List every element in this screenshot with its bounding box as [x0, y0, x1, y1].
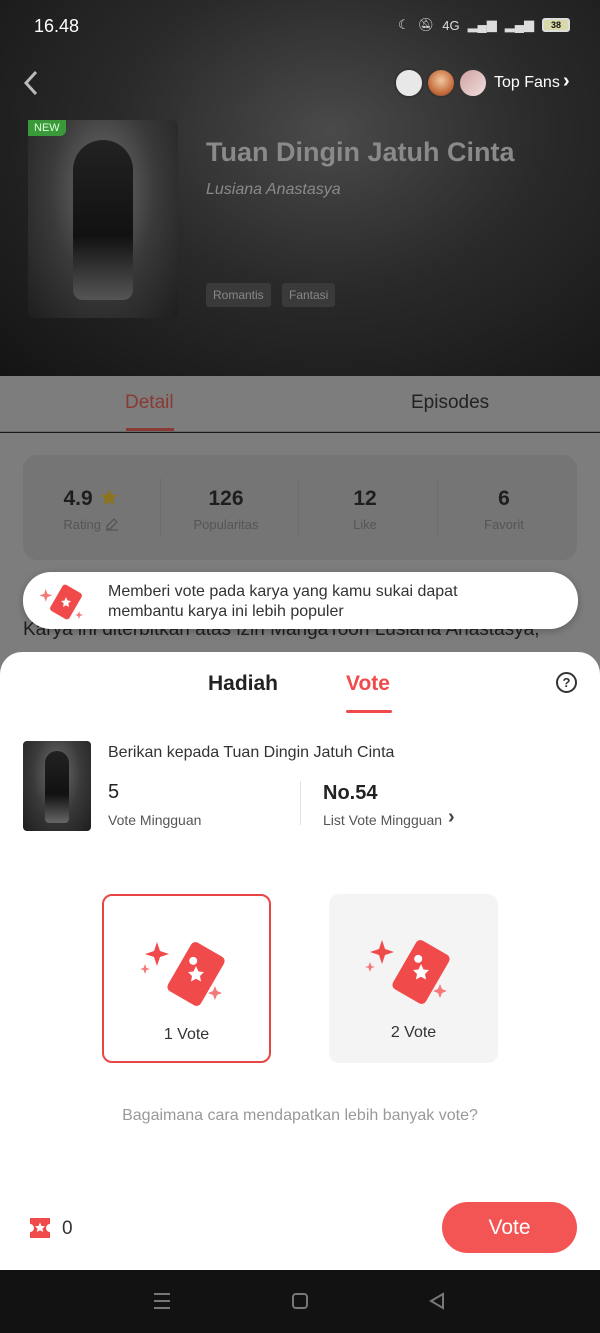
stat-label: Rating: [63, 517, 101, 532]
how-to-get-more-link[interactable]: Bagaimana cara mendapatkan lebih banyak …: [0, 1107, 600, 1125]
stat-rating[interactable]: 4.9 Rating: [22, 487, 160, 532]
top-fans-link[interactable]: Top Fans: [494, 74, 560, 92]
ticket-icon: [39, 584, 83, 620]
moon-icon: ☾: [398, 17, 410, 32]
divider: [300, 781, 301, 825]
top-fans-avatars[interactable]: [394, 68, 490, 98]
weekly-votes-label: Vote Mingguan: [108, 812, 202, 828]
tooltip-line: Memberi vote pada karya yang kamu sukai …: [108, 583, 458, 600]
status-time: 16.48: [34, 16, 80, 36]
stat-like: 12 Like: [296, 487, 434, 532]
chevron-right-icon: ›: [563, 70, 570, 92]
weekly-votes-value: 5: [108, 781, 120, 803]
cover-figure: [73, 140, 133, 300]
tab-detail[interactable]: Detail: [125, 392, 174, 414]
ticket-count: 0: [62, 1218, 73, 1239]
stat-favorite: 6 Favorit: [435, 487, 573, 532]
network-label: 4G: [442, 17, 460, 33]
rank-list-link[interactable]: List Vote Mingguan: [323, 812, 442, 828]
tab-vote[interactable]: Vote: [346, 672, 390, 696]
stat-value: 126: [208, 487, 244, 510]
tabs-bar: [0, 376, 600, 432]
cover-figure: [45, 751, 69, 823]
stat-value: 6: [498, 487, 510, 510]
tab-indicator: [126, 428, 174, 431]
help-icon[interactable]: ?: [556, 672, 577, 693]
home-icon[interactable]: [290, 1291, 310, 1311]
status-bar: 16.48 ☾ 🔕︎ 4G ▂▄▆ ▂▄▆ 38: [0, 0, 600, 52]
vote-option-2[interactable]: 2 Vote: [329, 894, 498, 1063]
avatar: [458, 68, 488, 98]
tab-gift[interactable]: Hadiah: [208, 672, 278, 696]
vote-option-1[interactable]: 1 Vote: [102, 894, 271, 1063]
genre-tag[interactable]: Fantasi: [282, 283, 336, 307]
book-author: Lusiana Anastasya: [206, 181, 341, 198]
stat-value: 4.9: [63, 487, 93, 510]
ticket-icon: [140, 942, 225, 1006]
signal-icon: ▂▄▆: [467, 17, 497, 32]
battery-icon: 38: [542, 18, 570, 32]
back-icon: [23, 70, 38, 96]
stat-label: Favorit: [484, 517, 524, 532]
star-icon: [99, 489, 118, 506]
avatar: [394, 68, 424, 98]
rank-value[interactable]: No.54: [323, 782, 377, 805]
tab-indicator: [346, 710, 392, 713]
tooltip-line: membantu karya ini lebih populer: [108, 603, 344, 620]
give-to-text: Berikan kepada Tuan Dingin Jatuh Cinta: [108, 744, 395, 761]
stat-label: Like: [353, 517, 377, 532]
stat-value: 12: [353, 487, 377, 510]
vote-option-label: 2 Vote: [390, 1024, 437, 1041]
avatar: [426, 68, 456, 98]
new-badge: NEW: [28, 120, 66, 136]
edit-icon: [105, 518, 118, 531]
signal-icon-2: ▂▄▆: [504, 17, 534, 32]
stat-label: Popularitas: [193, 517, 259, 532]
vote-tooltip: Memberi vote pada karya yang kamu sukai …: [23, 572, 578, 629]
chevron-right-icon[interactable]: ›: [448, 806, 455, 829]
stat-popularity: 126 Popularitas: [157, 487, 295, 532]
vote-option-label: 1 Vote: [163, 1026, 210, 1043]
book-cover: [28, 120, 178, 318]
ticket-icon: [365, 940, 450, 1004]
book-thumbnail: [23, 741, 91, 831]
book-title: Tuan Dingin Jatuh Cinta: [206, 137, 515, 167]
menu-icon[interactable]: [152, 1291, 172, 1311]
back-triangle-icon[interactable]: [427, 1291, 447, 1311]
status-icons: ☾ 🔕︎ 4G ▂▄▆ ▂▄▆ 38: [398, 17, 570, 33]
vote-button[interactable]: Vote: [442, 1202, 577, 1253]
back-button[interactable]: [20, 68, 50, 98]
genre-tag[interactable]: Romantis: [206, 283, 271, 307]
ticket-icon: [30, 1218, 50, 1238]
mute-icon: 🔕︎: [417, 17, 435, 32]
tab-episodes[interactable]: Episodes: [411, 392, 489, 414]
